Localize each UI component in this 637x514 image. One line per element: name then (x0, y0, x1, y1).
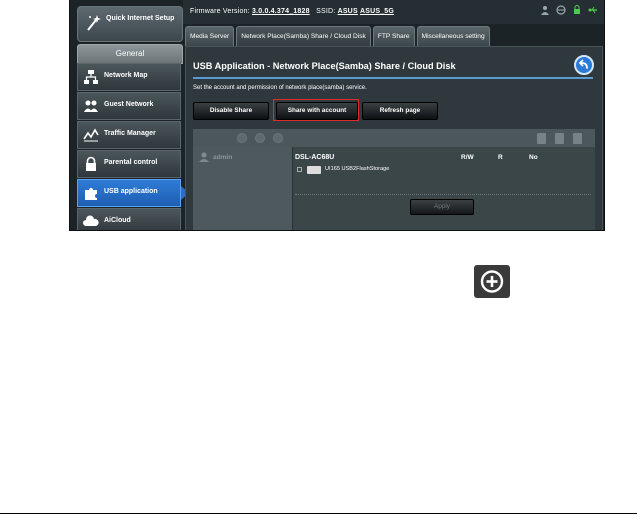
cloud-icon (83, 215, 99, 226)
sidebar-item-guest-network[interactable]: Guest Network (77, 92, 181, 120)
share-with-account-button[interactable]: Share with account (276, 102, 358, 120)
general-header: General (77, 44, 183, 64)
traffic-manager-icon (83, 128, 99, 142)
add-circle-icon (480, 270, 504, 293)
sidebar-item-label: Parental control (104, 159, 158, 166)
sidebar-item-usb-application[interactable]: USB application (77, 179, 189, 207)
magic-wand-icon (87, 15, 101, 31)
add-folder-icon[interactable] (537, 133, 546, 144)
column-rw: R/W (461, 154, 474, 161)
globe-icon[interactable] (556, 5, 566, 15)
sidebar-item-label: AiCloud (104, 217, 131, 224)
page-description: Set the account and permission of networ… (193, 85, 367, 91)
page-title: USB Application - Network Place(Samba) S… (193, 61, 456, 71)
sidebar-item-label: Traffic Manager (104, 130, 156, 137)
quick-internet-setup-button[interactable]: Quick Internet Setup (77, 6, 183, 42)
firmware-info: Firmware Version: 3.0.0.4.374_1828 SSID:… (190, 8, 394, 15)
account-list: admin (193, 147, 293, 230)
sidebar-item-label: USB application (104, 188, 158, 195)
modify-folder-icon[interactable] (573, 133, 582, 144)
sidebar-item-label: Guest Network (104, 101, 154, 108)
firmware-label: Firmware Version: (190, 8, 250, 15)
firmware-version-link[interactable]: 3.0.0.4.374_1828 (252, 8, 310, 15)
nav-list: Network Map Guest Network Traffic Manage… (77, 63, 189, 230)
quick-internet-setup-label: Quick Internet Setup (106, 15, 175, 22)
status-icons (540, 5, 598, 17)
sidebar-item-traffic-manager[interactable]: Traffic Manager (77, 121, 181, 149)
apply-button[interactable]: Apply (410, 199, 474, 215)
ssid-link-24g[interactable]: ASUS (338, 8, 358, 15)
lock-status-icon[interactable] (572, 5, 582, 15)
row-divider (295, 194, 591, 196)
back-button[interactable] (574, 55, 594, 75)
add-account-icon[interactable] (237, 133, 247, 143)
sidebar-item-label: Network Map (104, 72, 148, 79)
table-toolbar (193, 129, 595, 147)
title-divider (193, 77, 593, 79)
user-icon (199, 152, 209, 162)
delete-folder-icon[interactable] (555, 133, 564, 144)
disable-share-button[interactable]: Disable Share (193, 102, 269, 120)
ssid-link-5g[interactable]: ASUS_5G (360, 8, 394, 15)
add-button[interactable] (474, 265, 510, 298)
main-content: USB Application - Network Place(Samba) S… (185, 46, 603, 230)
tab-miscellaneous-setting[interactable]: Miscellaneous setting (416, 26, 490, 47)
sidebar: Quick Internet Setup General Network Map… (75, 0, 189, 230)
account-admin[interactable]: admin (213, 154, 232, 161)
tab-network-place-samba[interactable]: Network Place(Samba) Share / Cloud Disk (236, 26, 371, 47)
network-map-icon (84, 70, 98, 84)
column-r: R (498, 154, 503, 161)
share-table: admin DSL-AC68U R/W R No UI165 USB2Flash… (193, 129, 595, 230)
refresh-page-button[interactable]: Refresh page (362, 102, 438, 120)
sidebar-item-network-map[interactable]: Network Map (77, 63, 181, 91)
top-status-bar: Firmware Version: 3.0.0.4.374_1828 SSID:… (183, 0, 604, 24)
guest-network-icon (84, 100, 98, 112)
router-admin-screenshot: Quick Internet Setup General Network Map… (69, 0, 605, 231)
usb-icon[interactable] (588, 5, 598, 15)
lock-icon (86, 156, 96, 171)
puzzle-icon (85, 188, 97, 200)
sidebar-item-aicloud[interactable]: AiCloud (77, 208, 181, 230)
edit-account-icon[interactable] (273, 133, 283, 143)
storage-name[interactable]: UI165 USB2FlashStorage (325, 166, 389, 172)
usb-disk-icon (307, 166, 321, 174)
tab-ftp-share[interactable]: FTP Share (372, 26, 415, 47)
column-no: No (529, 154, 538, 161)
tab-media-server[interactable]: Media Server (185, 26, 235, 47)
user-status-icon[interactable] (540, 5, 550, 15)
ssid-label: SSID: (316, 8, 336, 15)
permission-panel: DSL-AC68U R/W R No UI165 USB2FlashStorag… (293, 147, 595, 230)
remove-account-icon[interactable] (255, 133, 265, 143)
device-name: DSL-AC68U (295, 154, 335, 161)
back-arrow-icon (579, 59, 588, 69)
sidebar-item-parental-control[interactable]: Parental control (77, 150, 181, 178)
tree-toggle-icon[interactable] (297, 167, 302, 172)
tab-bar: Media Server Network Place(Samba) Share … (185, 26, 490, 47)
